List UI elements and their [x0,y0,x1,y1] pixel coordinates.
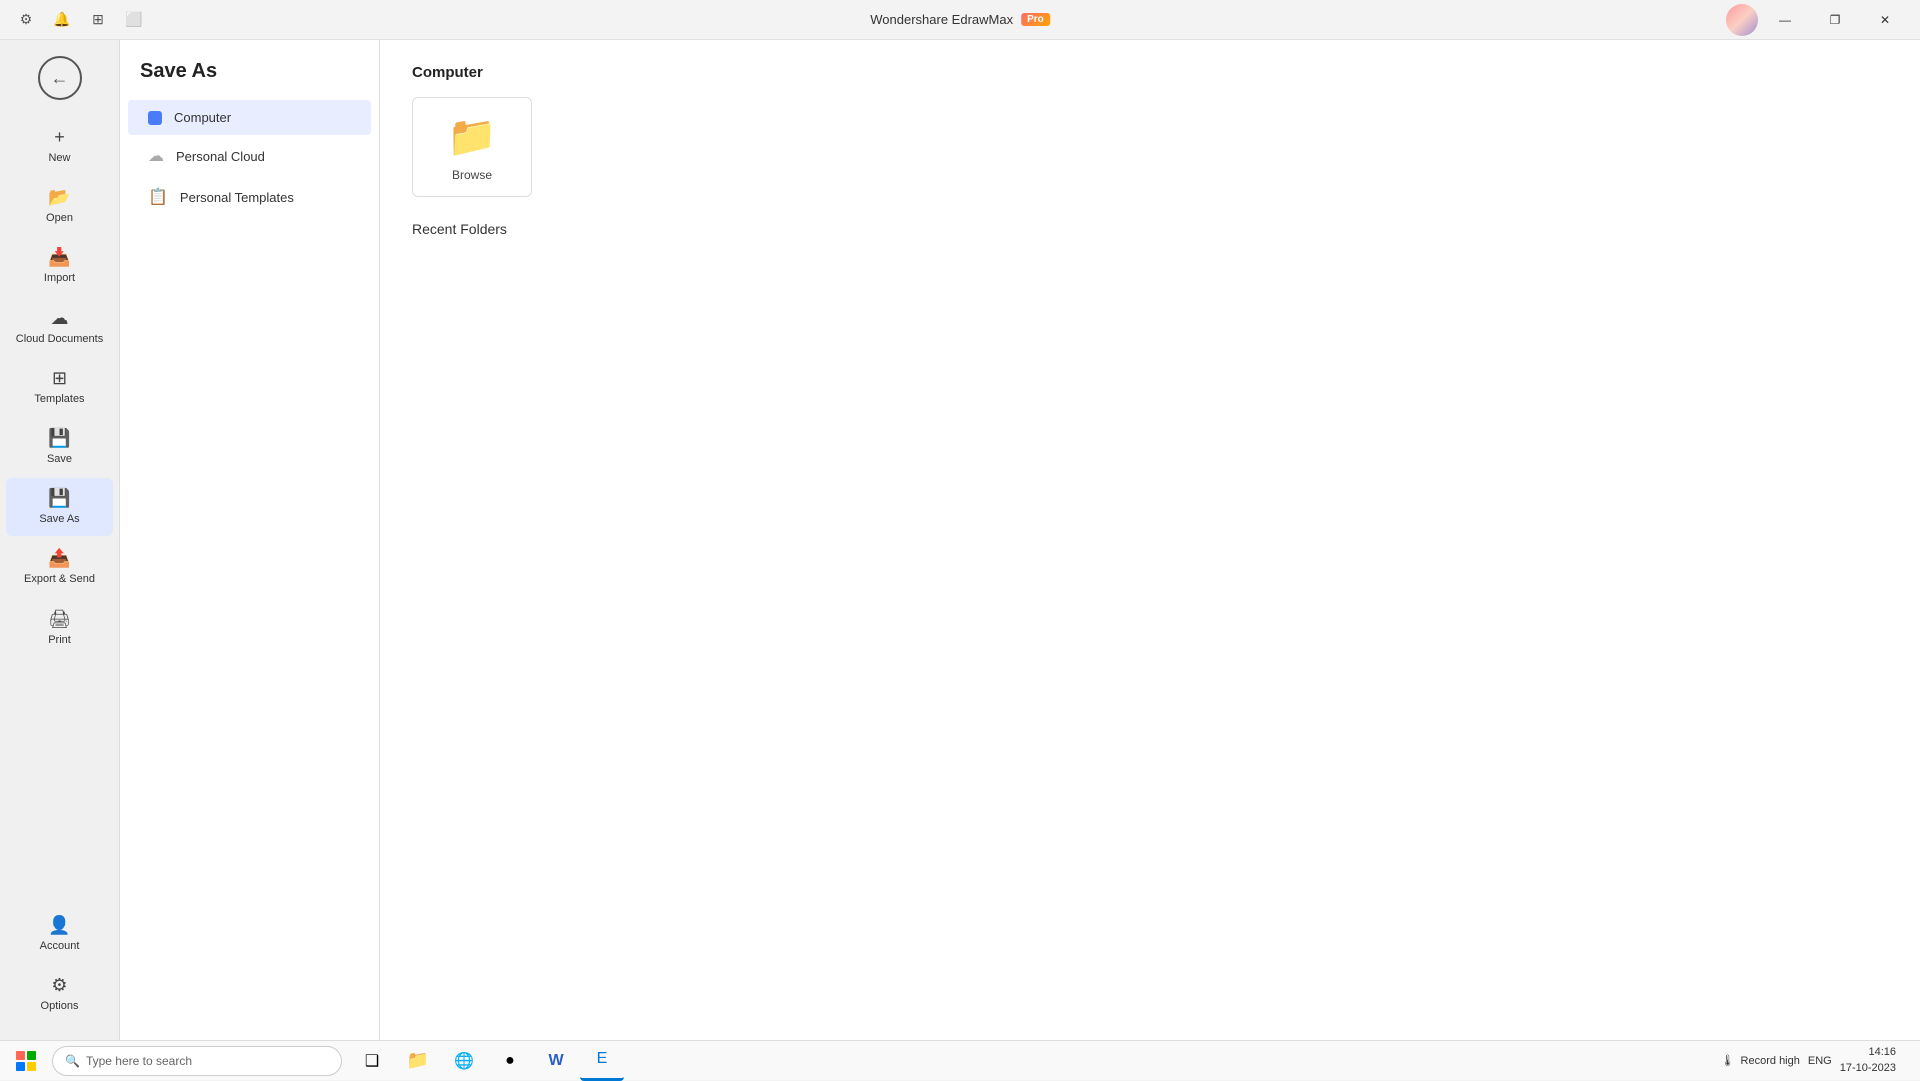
export-icon: 📤 [48,548,70,569]
user-avatar[interactable] [1726,4,1758,36]
window-controls: — ❐ ✕ [1726,0,1908,40]
file-explorer-button[interactable]: 📁 [396,1041,440,1081]
minimize-button[interactable]: — [1762,0,1808,40]
app-title-area: Wondershare EdrawMax Pro [870,12,1050,27]
sidebar-item-import[interactable]: 📥 Import [6,237,113,295]
taskbar-right: 🌡 Record high ENG 14:16 17-10-2023 [1713,1041,1916,1081]
recent-folders-title: Recent Folders [412,221,1888,237]
main-content: Computer 📁 Browse Recent Folders [380,40,1920,1040]
sidebar-label-print: Print [48,634,71,647]
search-placeholder: Type here to search [86,1054,192,1068]
restore-button[interactable]: ❐ [1812,0,1858,40]
date: 17-10-2023 [1840,1061,1896,1076]
content-section-title: Computer [412,64,1888,81]
sidebar-label-account: Account [40,940,80,953]
edge-button[interactable]: 🌐 [442,1041,486,1081]
taskbar: 🔍 Type here to search ❑ 📁 🌐 ● W E 🌡 Reco… [0,1040,1920,1080]
word-button[interactable]: W [534,1041,578,1081]
sidebar: ← + New 📂 Open 📥 Import ☁ Cloud Document… [0,40,120,1040]
edge-icon: 🌐 [454,1051,474,1071]
import-icon: 📥 [48,247,70,268]
open-icon: 📂 [48,187,70,208]
new-icon: + [54,127,65,148]
file-explorer-icon: 📁 [407,1050,429,1071]
start-button[interactable] [4,1041,48,1081]
chrome-button[interactable]: ● [488,1041,532,1081]
chrome-icon: ● [505,1052,515,1070]
settings-icon[interactable]: ⚙ [12,6,40,34]
save-icon: 💾 [48,428,70,449]
clock: 14:16 [1840,1045,1896,1060]
saveas-item-computer[interactable]: Computer [128,100,371,135]
toolbar-left: ⚙ 🔔 ⊞ ⬜ [12,6,148,34]
cloud-shape-icon: ☁ [148,146,164,166]
sidebar-label-templates: Templates [34,393,84,406]
saveas-label-personal-templates: Personal Templates [180,190,294,205]
weather-text: Record high [1741,1055,1800,1067]
computer-square-icon [148,111,162,125]
saveas-label-personal-cloud: Personal Cloud [176,149,265,164]
sidebar-item-open[interactable]: 📂 Open [6,177,113,235]
notification-icon[interactable]: 🔔 [48,6,76,34]
account-icon: 👤 [48,915,70,936]
folder-icon: 📁 [447,113,497,160]
taskbar-search[interactable]: 🔍 Type here to search [52,1046,342,1076]
save-as-icon: 💾 [48,488,70,509]
edrawmax-icon: E [597,1050,608,1068]
sidebar-item-export-send[interactable]: 📤 Export & Send [6,538,113,596]
sidebar-label-save-as: Save As [39,513,79,526]
saveas-item-personal-templates[interactable]: 📋 Personal Templates [128,177,371,217]
saveas-item-personal-cloud[interactable]: ☁ Personal Cloud [128,136,371,176]
saveas-panel: Save As Computer ☁ Personal Cloud 📋 Pers… [120,40,380,1040]
options-icon: ⚙ [51,975,67,996]
sidebar-item-new[interactable]: + New [6,117,113,175]
taskview-icon: ❑ [365,1051,379,1071]
saveas-label-computer: Computer [174,110,231,125]
sidebar-item-print[interactable]: 🖨 Print [6,599,113,657]
sidebar-label-new: New [48,152,70,165]
personal-templates-icon: 📋 [148,187,168,207]
sidebar-label-export: Export & Send [24,573,95,586]
search-icon: 🔍 [65,1054,80,1068]
sidebar-label-cloud: Cloud Documents [16,333,103,346]
sidebar-item-templates[interactable]: ⊞ Templates [6,358,113,416]
lang-indicator: ENG [1808,1055,1832,1067]
browse-label: Browse [452,168,492,182]
taskbar-apps: ❑ 📁 🌐 ● W E [350,1041,624,1081]
app-body: ← + New 📂 Open 📥 Import ☁ Cloud Document… [0,40,1920,1040]
sidebar-bottom: 👤 Account ⚙ Options [0,896,119,1040]
sidebar-item-account[interactable]: 👤 Account [6,905,113,963]
sidebar-label-save: Save [47,453,72,466]
window-icon[interactable]: ⬜ [120,6,148,34]
sidebar-label-import: Import [44,272,75,285]
browse-card[interactable]: 📁 Browse [412,97,532,197]
system-time: 14:16 17-10-2023 [1840,1045,1896,1076]
close-button[interactable]: ✕ [1862,0,1908,40]
sidebar-item-options[interactable]: ⚙ Options [6,965,113,1023]
sidebar-label-options: Options [41,1000,79,1013]
back-circle-icon[interactable]: ← [38,56,82,100]
taskview-button[interactable]: ❑ [350,1041,394,1081]
sidebar-label-open: Open [46,212,73,225]
word-icon: W [548,1052,563,1070]
sidebar-item-cloud-documents[interactable]: ☁ Cloud Documents [6,298,113,356]
nav-items: + New 📂 Open 📥 Import ☁ Cloud Documents … [0,108,119,896]
grid-icon[interactable]: ⊞ [84,6,112,34]
templates-icon: ⊞ [52,368,67,389]
print-icon: 🖨 [48,609,71,630]
app-title: Wondershare EdrawMax [870,12,1013,27]
titlebar: ⚙ 🔔 ⊞ ⬜ Wondershare EdrawMax Pro — ❐ ✕ [0,0,1920,40]
sidebar-item-save[interactable]: 💾 Save [6,418,113,476]
saveas-title: Save As [120,60,379,99]
thermometer-icon: 🌡 [1721,1054,1735,1067]
pro-badge: Pro [1021,13,1050,26]
show-desktop-button[interactable] [1900,1041,1908,1081]
sys-icons: 🌡 Record high [1721,1054,1800,1067]
back-button[interactable]: ← [30,48,90,108]
start-icon [16,1051,36,1071]
edrawmax-button[interactable]: E [580,1041,624,1081]
cloud-icon: ☁ [51,308,69,329]
sidebar-item-save-as[interactable]: 💾 Save As [6,478,113,536]
